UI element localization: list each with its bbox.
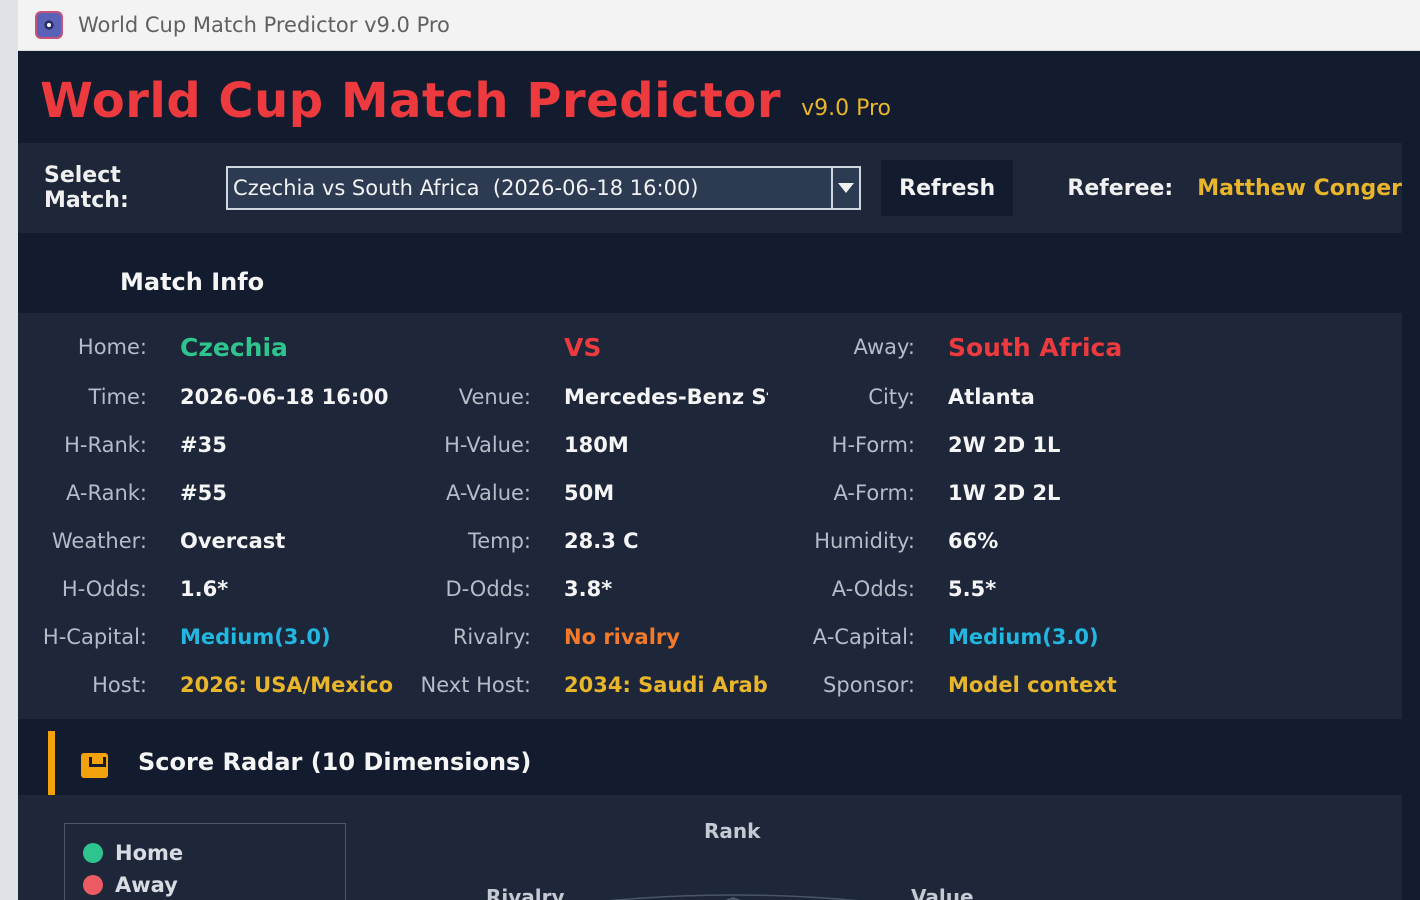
away-form-value: 1W 2D 2L bbox=[948, 481, 1061, 505]
rivalry-label: Rivalry: bbox=[452, 625, 531, 649]
refresh-button[interactable]: Refresh bbox=[880, 160, 1014, 216]
temp-value: 28.3 C bbox=[564, 529, 639, 553]
draw-odds-label: D-Odds: bbox=[445, 577, 531, 601]
home-team: Czechia bbox=[180, 333, 288, 362]
app-title: World Cup Match Predictor bbox=[40, 73, 782, 129]
home-form-label: H-Form: bbox=[831, 433, 915, 457]
sponsor-value: Model context bbox=[948, 673, 1117, 697]
radar-title: Score Radar (10 Dimensions) bbox=[138, 748, 532, 776]
home-value-value: 180M bbox=[564, 433, 629, 457]
away-form-label: A-Form: bbox=[833, 481, 915, 505]
away-label: Away: bbox=[853, 335, 915, 359]
away-capital-label: A-Capital: bbox=[812, 625, 915, 649]
app-header: World Cup Match Predictor v9.0 Pro bbox=[18, 51, 1420, 143]
venue-label: Venue: bbox=[458, 385, 531, 409]
info-row-teams: Home: Czechia VS Away: South Africa bbox=[18, 333, 1402, 373]
info-row-time: Time: 2026-06-18 16:00 Venue: Mercedes-B… bbox=[18, 385, 1402, 425]
info-row-rank-away: A-Rank: #55 A-Value: 50M A-Form: 1W 2D 2… bbox=[18, 481, 1402, 521]
temp-label: Temp: bbox=[467, 529, 531, 553]
draw-odds-value: 3.8* bbox=[564, 577, 613, 601]
select-match-label: Select Match: bbox=[44, 163, 129, 213]
legend-item-home: Home bbox=[83, 841, 183, 865]
host-value: 2026: USA/Mexico bbox=[180, 673, 394, 697]
venue-value: Mercedes-Benz Stadium bbox=[564, 385, 768, 409]
host-label: Host: bbox=[92, 673, 147, 697]
info-row-odds: H-Odds: 1.6* D-Odds: 3.8* A-Odds: 5.5* bbox=[18, 577, 1402, 617]
away-value-value: 50M bbox=[564, 481, 615, 505]
home-dot-icon bbox=[83, 843, 103, 863]
app-version: v9.0 Pro bbox=[801, 96, 891, 121]
vs-label: VS bbox=[564, 333, 602, 362]
title-bar: World Cup Match Predictor v9.0 Pro bbox=[18, 0, 1420, 51]
match-select-value: Czechia vs South Africa (2026-06-18 16:0… bbox=[233, 176, 699, 200]
legend-item-away: Away bbox=[83, 873, 178, 897]
rivalry-value: No rivalry bbox=[564, 625, 680, 649]
match-toolbar: Select Match: Czechia vs South Africa (2… bbox=[18, 143, 1402, 233]
city-label: City: bbox=[868, 385, 915, 409]
match-info-panel: Home: Czechia VS Away: South Africa Time… bbox=[18, 313, 1402, 719]
legend-away-label: Away bbox=[115, 873, 178, 897]
home-odds-label: H-Odds: bbox=[61, 577, 147, 601]
info-row-rank-home: H-Rank: #35 H-Value: 180M H-Form: 2W 2D … bbox=[18, 433, 1402, 473]
radar-accent-bar bbox=[48, 731, 55, 795]
legend-home-label: Home bbox=[115, 841, 184, 865]
home-odds-value: 1.6* bbox=[180, 577, 229, 601]
next-host-label: Next Host: bbox=[420, 673, 532, 697]
time-value: 2026-06-18 16:00 bbox=[180, 385, 389, 409]
humidity-value: 66% bbox=[948, 529, 999, 553]
match-info-title: Match Info bbox=[120, 268, 265, 296]
app-window: World Cup Match Predictor v9.0 Pro World… bbox=[18, 0, 1420, 900]
away-rank-label: A-Rank: bbox=[65, 481, 147, 505]
next-host-value: 2034: Saudi Arabia bbox=[564, 673, 768, 697]
desktop-edge bbox=[0, 0, 18, 900]
away-dot-icon bbox=[83, 875, 103, 895]
match-info-header: Match Info bbox=[18, 242, 1402, 322]
chart-icon bbox=[81, 753, 108, 778]
info-row-capital: H-Capital: Medium(3.0) Rivalry: No rival… bbox=[18, 625, 1402, 665]
radar-legend: Home Away bbox=[64, 823, 346, 900]
home-rank-value: #35 bbox=[180, 433, 227, 457]
away-odds-value: 5.5* bbox=[948, 577, 997, 601]
radar-panel: Home Away Rank Rivalry Value bbox=[18, 795, 1402, 900]
away-value-label: A-Value: bbox=[446, 481, 531, 505]
away-odds-label: A-Odds: bbox=[831, 577, 915, 601]
home-label: Home: bbox=[77, 335, 147, 359]
info-row-host: Host: 2026: USA/Mexico Next Host: 2034: … bbox=[18, 673, 1402, 713]
humidity-label: Humidity: bbox=[814, 529, 915, 553]
home-capital-label: H-Capital: bbox=[42, 625, 147, 649]
away-rank-value: #55 bbox=[180, 481, 227, 505]
referee-label: Referee: bbox=[1067, 175, 1174, 201]
window-title: World Cup Match Predictor v9.0 Pro bbox=[78, 13, 450, 37]
radar-header: Score Radar (10 Dimensions) bbox=[18, 731, 1402, 795]
referee-value: Matthew Conger bbox=[1197, 175, 1402, 201]
home-value-label: H-Value: bbox=[444, 433, 531, 457]
time-label: Time: bbox=[88, 385, 147, 409]
home-capital-value: Medium(3.0) bbox=[180, 625, 331, 649]
app-logo-icon bbox=[35, 11, 63, 39]
away-capital-value: Medium(3.0) bbox=[948, 625, 1099, 649]
home-rank-label: H-Rank: bbox=[64, 433, 147, 457]
sponsor-label: Sponsor: bbox=[823, 673, 915, 697]
weather-value: Overcast bbox=[180, 529, 286, 553]
match-select[interactable]: Czechia vs South Africa (2026-06-18 16:0… bbox=[226, 166, 861, 210]
weather-label: Weather: bbox=[51, 529, 147, 553]
home-form-value: 2W 2D 1L bbox=[948, 433, 1061, 457]
radar-axis-rank: Rank bbox=[704, 819, 761, 843]
away-team: South Africa bbox=[948, 333, 1123, 362]
chevron-down-icon[interactable] bbox=[830, 168, 859, 208]
info-row-weather: Weather: Overcast Temp: 28.3 C Humidity:… bbox=[18, 529, 1402, 569]
city-value: Atlanta bbox=[948, 385, 1035, 409]
radar-chart bbox=[608, 894, 858, 900]
